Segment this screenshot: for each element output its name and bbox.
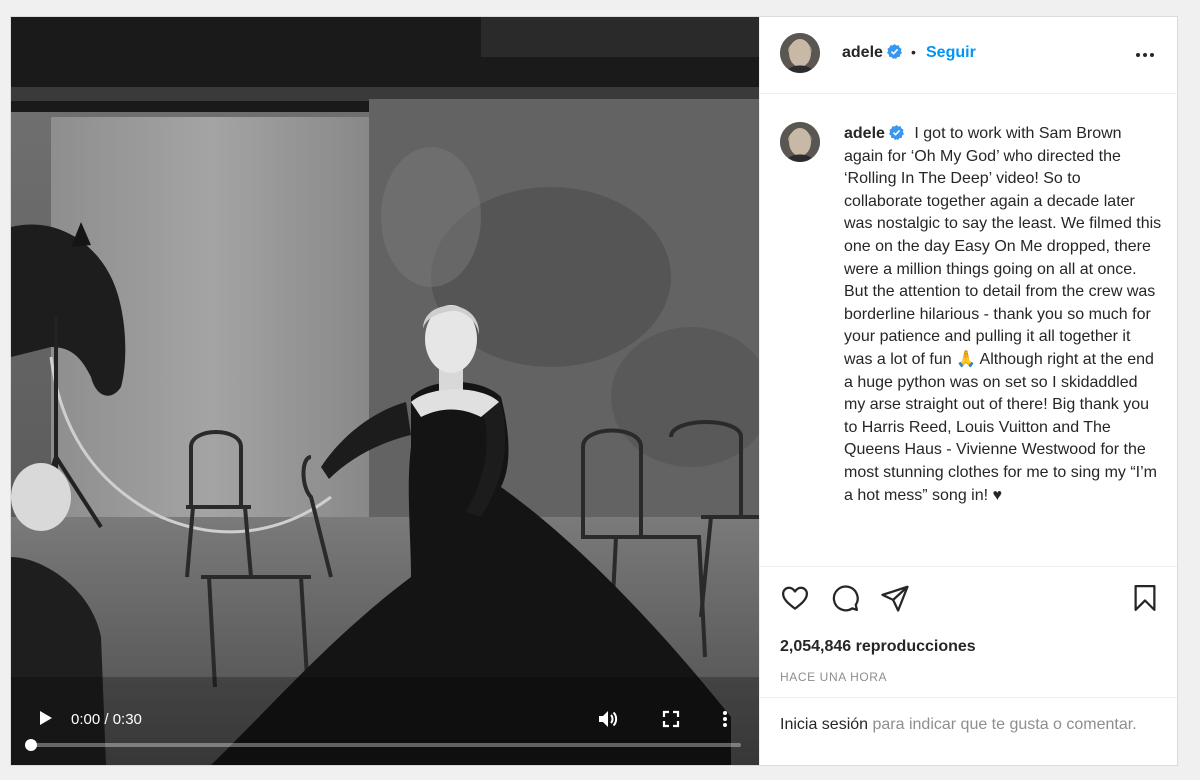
login-link[interactable]: Inicia sesión: [780, 716, 868, 733]
video-progress-bar[interactable]: [25, 739, 741, 751]
heart-icon[interactable]: [780, 583, 810, 613]
verified-badge-icon: [888, 125, 904, 140]
caption-text: I got to work with Sam Brown again for ‘…: [844, 125, 1162, 504]
more-vertical-icon[interactable]: [721, 709, 743, 729]
caption-text-block: adele I got to work with Sam Brown again…: [844, 123, 1162, 507]
verified-badge-icon: [886, 44, 902, 59]
more-horizontal-icon[interactable]: [1133, 43, 1157, 67]
username-link[interactable]: adele: [842, 44, 902, 62]
separator-dot: •: [911, 44, 916, 60]
views-label: reproducciones: [855, 638, 976, 655]
views-count[interactable]: 2,054,846 reproducciones: [780, 638, 976, 656]
post-header: adele • Seguir: [760, 17, 1177, 94]
paper-plane-icon[interactable]: [880, 583, 910, 613]
comment-bubble-icon[interactable]: [830, 583, 860, 613]
fullscreen-icon[interactable]: [661, 709, 683, 729]
caption-username-text: adele: [844, 125, 885, 142]
video-progress-handle[interactable]: [25, 739, 37, 751]
caption-avatar[interactable]: [780, 122, 820, 162]
bookmark-icon[interactable]: [1130, 583, 1160, 613]
video-player[interactable]: 0:00 / 0:30: [11, 17, 759, 765]
login-prompt: Inicia sesión para indicar que te gusta …: [780, 714, 1140, 736]
post-sidebar: adele • Seguir adele I got to work with …: [759, 17, 1177, 765]
username-text: adele: [842, 44, 883, 61]
caption-section: adele I got to work with Sam Brown again…: [760, 94, 1177, 567]
views-number: 2,054,846: [780, 638, 852, 655]
caption-username-link[interactable]: adele: [844, 125, 904, 142]
post-timestamp[interactable]: HACE UNA HORA: [780, 670, 887, 684]
volume-icon[interactable]: [597, 709, 619, 729]
video-time: 0:00 / 0:30: [71, 711, 142, 728]
instagram-post: 0:00 / 0:30 adele • Seguir adele I got t…: [10, 16, 1178, 766]
video-frame[interactable]: [11, 17, 759, 765]
action-bar: [760, 579, 1177, 619]
login-prompt-section: Inicia sesión para indicar que te gusta …: [760, 697, 1177, 766]
avatar[interactable]: [780, 33, 820, 73]
login-prompt-text: para indicar que te gusta o comentar.: [868, 716, 1137, 733]
video-controls: 0:00 / 0:30: [11, 695, 759, 765]
play-icon[interactable]: [37, 709, 55, 727]
follow-button[interactable]: Seguir: [926, 44, 976, 62]
